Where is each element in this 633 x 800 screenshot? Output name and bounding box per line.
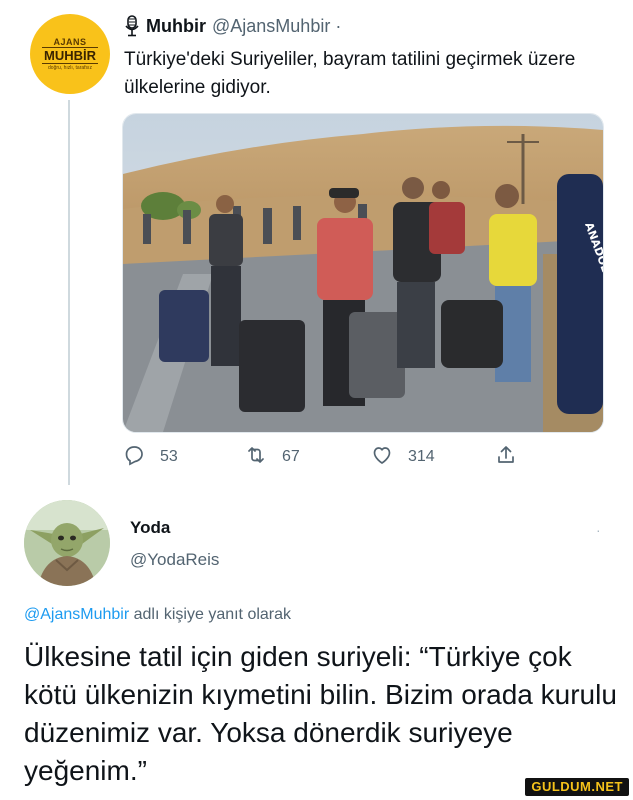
tweet2-handle[interactable]: @YodaReis — [130, 550, 219, 570]
avatar-ajans-muhbir[interactable]: AJANS MUHBİR doğru, hızlı, tarafsız — [30, 14, 110, 94]
retweet-count: 67 — [282, 448, 300, 465]
avatar-logo-line3: doğru, hızlı, tarafsız — [48, 65, 92, 71]
avatar-logo-line1: AJANS — [53, 37, 87, 47]
retweet-button[interactable]: 67 — [244, 442, 300, 472]
share-icon — [494, 443, 518, 472]
microphone-icon — [124, 15, 140, 37]
reply-button[interactable]: 53 — [122, 442, 178, 472]
tweet1-photo[interactable]: ANADOLU — [122, 113, 604, 433]
reply-icon — [122, 443, 146, 472]
tweet1-header: Muhbir @AjansMuhbir · — [124, 12, 341, 40]
avatar-yoda[interactable] — [24, 500, 110, 586]
tweet2-display-name[interactable]: Yoda — [130, 518, 170, 538]
tweet1-display-name[interactable]: Muhbir — [146, 16, 206, 37]
replying-to-suffix: adlı kişiye yanıt olarak — [129, 606, 292, 623]
tweet2-text: Ülkesine tatil için giden suriyeli: “Tür… — [24, 641, 617, 786]
watermark-logo: GULDUM.NET — [525, 778, 629, 796]
retweet-icon — [244, 443, 268, 472]
reply-count: 53 — [160, 448, 178, 465]
replying-to-line: @AjansMuhbir adlı kişiye yanıt olarak — [24, 606, 291, 624]
share-button[interactable] — [494, 442, 518, 472]
tweet1-handle[interactable]: @AjansMuhbir · — [212, 16, 341, 37]
thread-connector-line — [68, 100, 70, 485]
replying-to-handle[interactable]: @AjansMuhbir — [24, 606, 129, 623]
tweet1-text: Türkiye'deki Suriyeliler, bayram tatilin… — [124, 49, 576, 98]
like-count: 314 — [408, 448, 435, 465]
more-options-button[interactable]: · — [596, 522, 601, 538]
like-button[interactable]: 314 — [370, 442, 435, 472]
avatar-logo-line2: MUHBİR — [42, 47, 98, 64]
heart-icon — [370, 443, 394, 472]
